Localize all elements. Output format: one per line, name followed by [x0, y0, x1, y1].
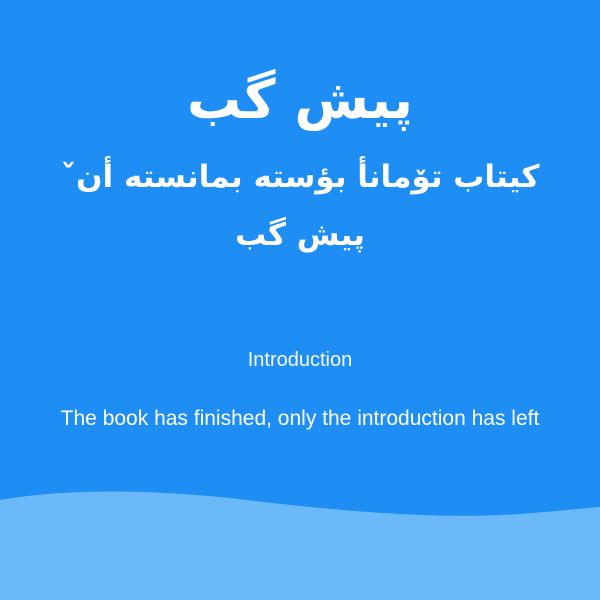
- wave-shape: [0, 491, 600, 600]
- page-title: پیش گب: [186, 68, 414, 131]
- introduction-text: The book has finished, only the introduc…: [60, 407, 540, 430]
- page-subtitle: کیتاب تۆمانأ بؤسته بمانسته أنˇ پیش گب: [60, 159, 540, 253]
- wave-decoration: [0, 491, 600, 600]
- book-cover-card: پیش گب کیتاب تۆمانأ بؤسته بمانسته أنˇ پی…: [0, 0, 600, 600]
- introduction-heading: Introduction: [247, 349, 353, 371]
